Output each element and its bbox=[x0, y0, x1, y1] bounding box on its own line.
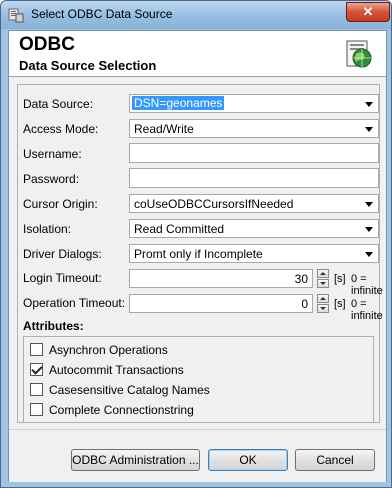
operation-timeout-label: Operation Timeout: bbox=[23, 296, 126, 310]
operation-timeout-spinner[interactable] bbox=[317, 294, 329, 313]
access-mode-select[interactable]: Read/Write bbox=[129, 119, 379, 138]
attributes-group: Asynchron Operations Autocommit Transact… bbox=[23, 336, 374, 423]
checkbox-box[interactable] bbox=[30, 403, 43, 416]
operation-timeout-hint: 0 = infinite bbox=[351, 298, 383, 322]
driver-dialogs-value: Promt only if Incomplete bbox=[134, 247, 263, 261]
data-source-label: Data Source: bbox=[23, 97, 94, 111]
title-bar[interactable]: Select ODBC Data Source ✕ bbox=[1, 1, 391, 29]
header-subtitle: Data Source Selection bbox=[19, 58, 157, 73]
login-timeout-input[interactable]: 30 bbox=[129, 269, 313, 288]
password-label: Password: bbox=[23, 172, 80, 186]
cursor-origin-value: coUseODBCCursorsIfNeeded bbox=[134, 197, 294, 211]
checkbox-label[interactable]: Autocommit Transactions bbox=[49, 363, 184, 377]
login-timeout-hint: 0 = infinite bbox=[351, 273, 383, 297]
window-title: Select ODBC Data Source bbox=[31, 7, 173, 21]
spin-up-icon[interactable] bbox=[317, 269, 329, 278]
driver-dialogs-select[interactable]: Promt only if Incomplete bbox=[129, 244, 379, 263]
dialog-client: ODBC Data Source Selection Data Source: … bbox=[8, 30, 387, 482]
cursor-origin-select[interactable]: coUseODBCCursorsIfNeeded bbox=[129, 194, 379, 213]
chevron-down-icon[interactable] bbox=[365, 202, 373, 207]
spin-up-icon[interactable] bbox=[317, 294, 329, 303]
login-timeout-value[interactable]: 30 bbox=[295, 272, 308, 286]
ok-button[interactable]: OK bbox=[208, 449, 288, 471]
checkbox-box[interactable] bbox=[30, 343, 43, 356]
driver-dialogs-label: Driver Dialogs: bbox=[23, 247, 102, 261]
checkbox-box[interactable] bbox=[30, 363, 43, 376]
dialog-window: Select ODBC Data Source ✕ ODBC Data Sour… bbox=[0, 0, 392, 488]
operation-timeout-value[interactable]: 0 bbox=[301, 297, 308, 311]
dialog-header: ODBC Data Source Selection bbox=[9, 31, 386, 77]
spin-down-icon[interactable] bbox=[317, 304, 329, 313]
chevron-down-icon[interactable] bbox=[365, 127, 373, 132]
password-input[interactable] bbox=[129, 168, 379, 188]
checkbox-box[interactable] bbox=[30, 383, 43, 396]
cancel-button[interactable]: Cancel bbox=[295, 449, 375, 471]
isolation-select[interactable]: Read Committed bbox=[129, 219, 379, 238]
spin-down-icon[interactable] bbox=[317, 279, 329, 288]
header-title: ODBC bbox=[19, 34, 75, 55]
chevron-down-icon[interactable] bbox=[365, 252, 373, 257]
chevron-down-icon[interactable] bbox=[365, 227, 373, 232]
login-timeout-unit: [s] bbox=[334, 273, 346, 285]
isolation-value: Read Committed bbox=[134, 222, 225, 236]
access-mode-value: Read/Write bbox=[134, 122, 194, 136]
operation-timeout-unit: [s] bbox=[334, 298, 346, 310]
login-timeout-label: Login Timeout: bbox=[23, 271, 102, 285]
attributes-label: Attributes: bbox=[23, 319, 84, 333]
data-source-value[interactable]: DSN=geonames bbox=[132, 96, 225, 110]
username-label: Username: bbox=[23, 147, 82, 161]
close-button[interactable]: ✕ bbox=[346, 2, 390, 22]
checkbox-label[interactable]: Asynchron Operations bbox=[49, 343, 168, 357]
settings-panel: Data Source: DSN=geonames Access Mode: R… bbox=[17, 84, 383, 423]
odbc-app-icon bbox=[8, 8, 24, 23]
username-input[interactable] bbox=[129, 143, 379, 163]
operation-timeout-input[interactable]: 0 bbox=[129, 294, 313, 313]
isolation-label: Isolation: bbox=[23, 222, 72, 236]
login-timeout-spinner[interactable] bbox=[317, 269, 329, 288]
access-mode-label: Access Mode: bbox=[23, 122, 99, 136]
odbc-administration-button[interactable]: ODBC Administration ... bbox=[71, 449, 200, 471]
checkbox-label[interactable]: Complete Connectionstring bbox=[49, 403, 194, 417]
cursor-origin-label: Cursor Origin: bbox=[23, 197, 98, 211]
checkbox-label[interactable]: Casesensitive Catalog Names bbox=[49, 383, 210, 397]
button-bar: ODBC Administration ... OK Cancel bbox=[9, 429, 386, 482]
chevron-down-icon[interactable] bbox=[365, 102, 373, 107]
data-source-combo[interactable]: DSN=geonames bbox=[129, 94, 379, 113]
database-globe-icon bbox=[346, 40, 372, 68]
